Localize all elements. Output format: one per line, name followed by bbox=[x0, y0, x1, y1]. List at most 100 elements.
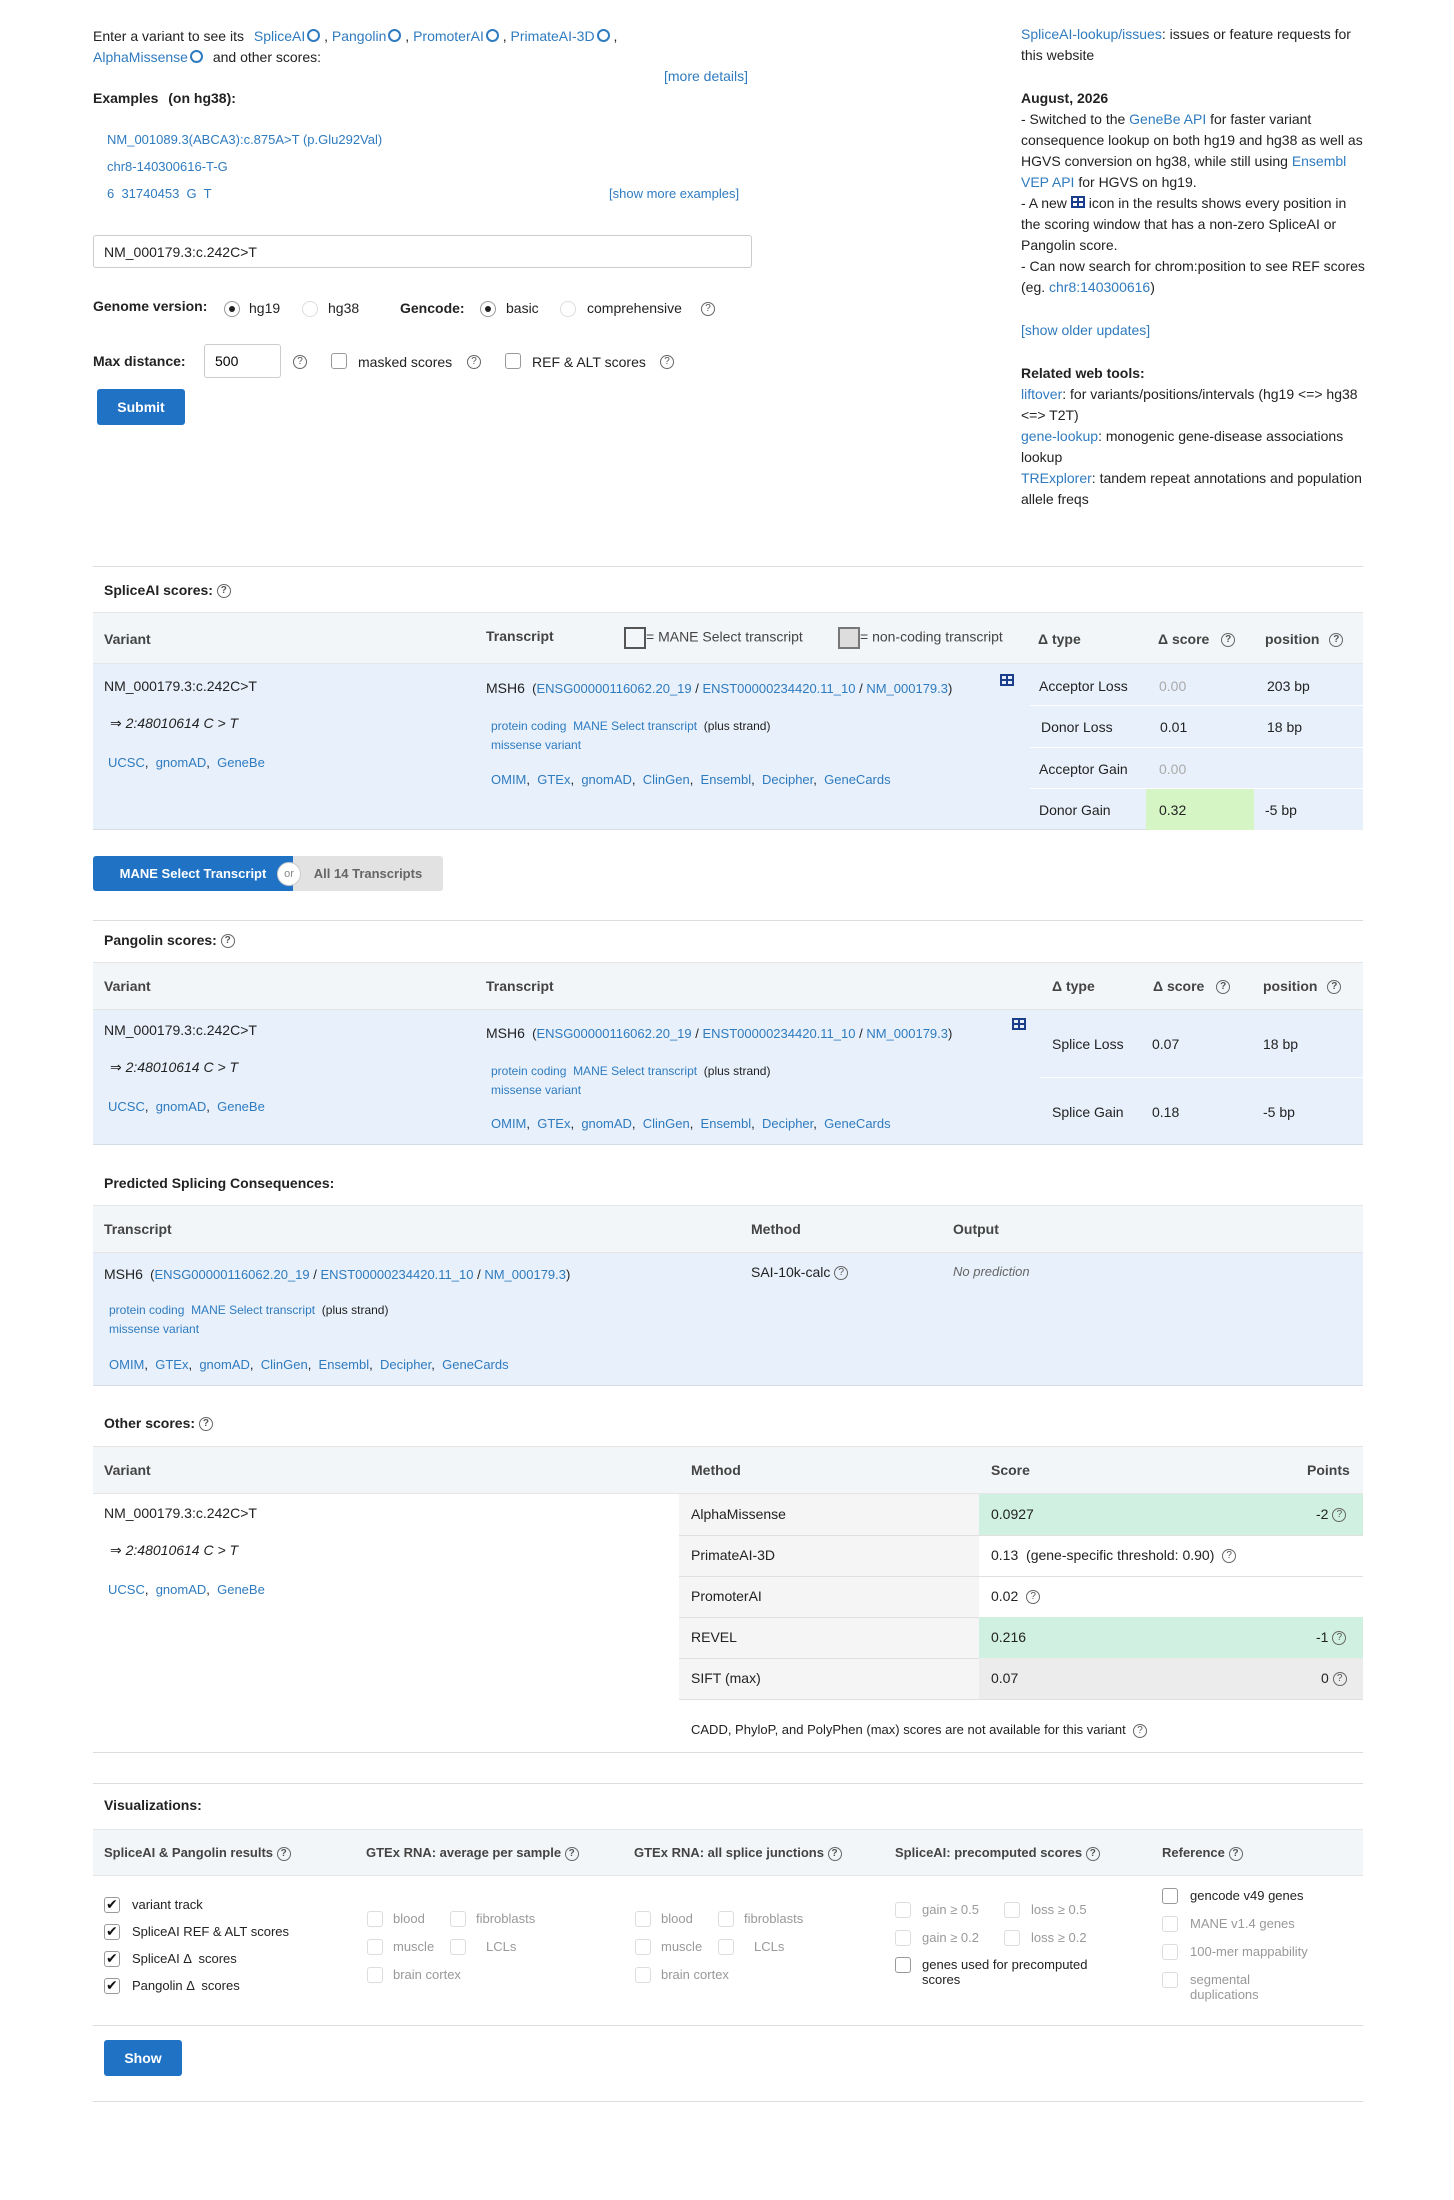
decipher-link[interactable]: Decipher bbox=[762, 1116, 813, 1131]
spliceai-help-icon[interactable]: ? bbox=[216, 584, 231, 599]
liftover-link[interactable]: liftover bbox=[1021, 386, 1062, 402]
biotype-link[interactable]: protein coding bbox=[491, 719, 566, 733]
github-icon[interactable] bbox=[596, 29, 610, 42]
score-help-icon[interactable]: ? bbox=[1216, 980, 1231, 995]
example-3[interactable]: 6 31740453 G T bbox=[107, 186, 212, 201]
gene-lookup-link[interactable]: gene-lookup bbox=[1021, 428, 1098, 444]
github-icon[interactable] bbox=[485, 29, 499, 42]
mappability-checkbox[interactable] bbox=[1162, 1944, 1178, 1960]
mane-select-toggle[interactable]: MANE Select Transcript bbox=[93, 856, 293, 891]
omim-link[interactable]: OMIM bbox=[491, 1116, 526, 1131]
enst-link[interactable]: ENST00000234420.11_10 bbox=[320, 1267, 473, 1282]
basic-radio[interactable] bbox=[480, 301, 496, 317]
nm-link[interactable]: NM_000179.3 bbox=[866, 1026, 948, 1041]
loss-05-checkbox[interactable] bbox=[1004, 1902, 1020, 1918]
clingen-link[interactable]: ClinGen bbox=[643, 772, 690, 787]
biotype-link[interactable]: protein coding bbox=[109, 1303, 184, 1317]
spliceai-delta-checkbox[interactable] bbox=[104, 1950, 120, 1967]
other-help-icon[interactable]: ? bbox=[198, 1417, 213, 1432]
nm-link[interactable]: NM_000179.3 bbox=[484, 1267, 566, 1282]
promoterai-link[interactable]: PromoterAI bbox=[413, 28, 484, 44]
gnomad-link[interactable]: gnomAD bbox=[581, 772, 632, 787]
gtex-junc-lcls-checkbox[interactable] bbox=[718, 1939, 734, 1955]
enst-link[interactable]: ENST00000234420.11_10 bbox=[702, 681, 855, 696]
mane-link[interactable]: MANE Select transcript bbox=[573, 719, 697, 733]
pangolin-delta-checkbox[interactable] bbox=[104, 1977, 120, 1994]
omim-link[interactable]: OMIM bbox=[491, 772, 526, 787]
mane-link[interactable]: MANE Select transcript bbox=[573, 1064, 697, 1078]
ensembl-link[interactable]: Ensembl bbox=[319, 1357, 370, 1372]
more-details-link[interactable]: [more details] bbox=[664, 68, 748, 84]
gtex-link[interactable]: GTEx bbox=[537, 772, 570, 787]
masked-help-icon[interactable]: ? bbox=[467, 355, 481, 369]
ensembl-link[interactable]: Ensembl bbox=[701, 772, 752, 787]
submit-button[interactable]: Submit bbox=[97, 389, 185, 425]
gencode-help-icon[interactable]: ? bbox=[701, 302, 715, 316]
mane-link[interactable]: MANE Select transcript bbox=[191, 1303, 315, 1317]
variant-search-input[interactable] bbox=[93, 235, 752, 268]
score-help-icon[interactable]: ? bbox=[1221, 633, 1236, 648]
ucsc-link[interactable]: UCSC bbox=[108, 1099, 145, 1114]
gain-02-checkbox[interactable] bbox=[895, 1930, 911, 1946]
spliceai-link[interactable]: SpliceAI bbox=[254, 28, 305, 44]
pangolin-link[interactable]: Pangolin bbox=[332, 28, 387, 44]
segdup-checkbox[interactable] bbox=[1162, 1972, 1178, 1988]
omim-link[interactable]: OMIM bbox=[109, 1357, 144, 1372]
ensg-link[interactable]: ENSG00000116062.20_19 bbox=[154, 1267, 309, 1282]
ucsc-link[interactable]: UCSC bbox=[108, 1582, 145, 1597]
ref-alt-help-icon[interactable]: ? bbox=[660, 355, 674, 369]
points-help-icon[interactable]: ? bbox=[1332, 1631, 1347, 1646]
enst-link[interactable]: ENST00000234420.11_10 bbox=[702, 1026, 855, 1041]
show-more-examples-link[interactable]: [show more examples] bbox=[609, 186, 739, 201]
nm-link[interactable]: NM_000179.3 bbox=[866, 681, 948, 696]
hg19-radio[interactable] bbox=[224, 301, 240, 317]
method-help-icon[interactable]: ? bbox=[834, 1266, 849, 1281]
example-2[interactable]: chr8-140300616-T-G bbox=[107, 159, 228, 174]
position-help-icon[interactable]: ? bbox=[1327, 980, 1342, 995]
trexplorer-link[interactable]: TRExplorer bbox=[1021, 470, 1092, 486]
genebe-link[interactable]: GeneBe bbox=[217, 1099, 265, 1114]
pangolin-help-icon[interactable]: ? bbox=[220, 934, 235, 949]
gtex-avg-lcls-checkbox[interactable] bbox=[450, 1939, 466, 1955]
gtex-link[interactable]: GTEx bbox=[537, 1116, 570, 1131]
masked-scores-checkbox[interactable] bbox=[331, 353, 347, 369]
gtex-junc-fibroblasts-checkbox[interactable] bbox=[718, 1911, 734, 1927]
genebe-link[interactable]: GeneBe bbox=[217, 1582, 265, 1597]
consequence-link[interactable]: missense variant bbox=[491, 1083, 581, 1097]
max-distance-help-icon[interactable]: ? bbox=[293, 355, 307, 369]
gencode-genes-checkbox[interactable] bbox=[1162, 1888, 1178, 1904]
gtex-junc-blood-checkbox[interactable] bbox=[635, 1911, 651, 1927]
genebe-api-link[interactable]: GeneBe API bbox=[1129, 111, 1206, 127]
alphamissense-link[interactable]: AlphaMissense bbox=[93, 49, 188, 65]
gtex-avg-blood-checkbox[interactable] bbox=[367, 1911, 383, 1927]
chr-position-link[interactable]: chr8:140300616 bbox=[1049, 279, 1150, 295]
consequence-link[interactable]: missense variant bbox=[491, 738, 581, 752]
viz-help-icon[interactable]: ? bbox=[827, 1846, 842, 1861]
github-icon[interactable] bbox=[388, 29, 402, 42]
primateai-link[interactable]: PrimateAI-3D bbox=[511, 28, 595, 44]
genecards-link[interactable]: GeneCards bbox=[824, 1116, 890, 1131]
gnomad-link[interactable]: gnomAD bbox=[199, 1357, 250, 1372]
gtex-link[interactable]: GTEx bbox=[155, 1357, 188, 1372]
spliceai-ref-alt-checkbox[interactable] bbox=[104, 1923, 120, 1940]
viz-help-icon[interactable]: ? bbox=[1085, 1846, 1100, 1861]
gtex-junc-muscle-checkbox[interactable] bbox=[635, 1939, 651, 1955]
clingen-link[interactable]: ClinGen bbox=[643, 1116, 690, 1131]
ensembl-link[interactable]: Ensembl bbox=[701, 1116, 752, 1131]
viz-help-icon[interactable]: ? bbox=[1228, 1846, 1243, 1861]
ensg-link[interactable]: ENSG00000116062.20_19 bbox=[536, 1026, 691, 1041]
mane-genes-checkbox[interactable] bbox=[1162, 1916, 1178, 1932]
github-icon[interactable] bbox=[189, 50, 203, 63]
hg38-radio[interactable] bbox=[302, 301, 318, 317]
precomputed-genes-checkbox[interactable] bbox=[895, 1957, 911, 1973]
variant-track-checkbox[interactable] bbox=[104, 1896, 120, 1913]
gnomad-link[interactable]: gnomAD bbox=[581, 1116, 632, 1131]
ucsc-link[interactable]: UCSC bbox=[108, 755, 145, 770]
consequence-link[interactable]: missense variant bbox=[109, 1322, 199, 1336]
decipher-link[interactable]: Decipher bbox=[380, 1357, 431, 1372]
gtex-junc-brain-checkbox[interactable] bbox=[635, 1967, 651, 1983]
viz-help-icon[interactable]: ? bbox=[276, 1846, 291, 1861]
ref-alt-checkbox[interactable] bbox=[505, 353, 521, 369]
all-transcripts-toggle[interactable]: All 14 Transcripts bbox=[293, 856, 443, 891]
issues-link[interactable]: SpliceAI-lookup/issues bbox=[1021, 26, 1162, 42]
